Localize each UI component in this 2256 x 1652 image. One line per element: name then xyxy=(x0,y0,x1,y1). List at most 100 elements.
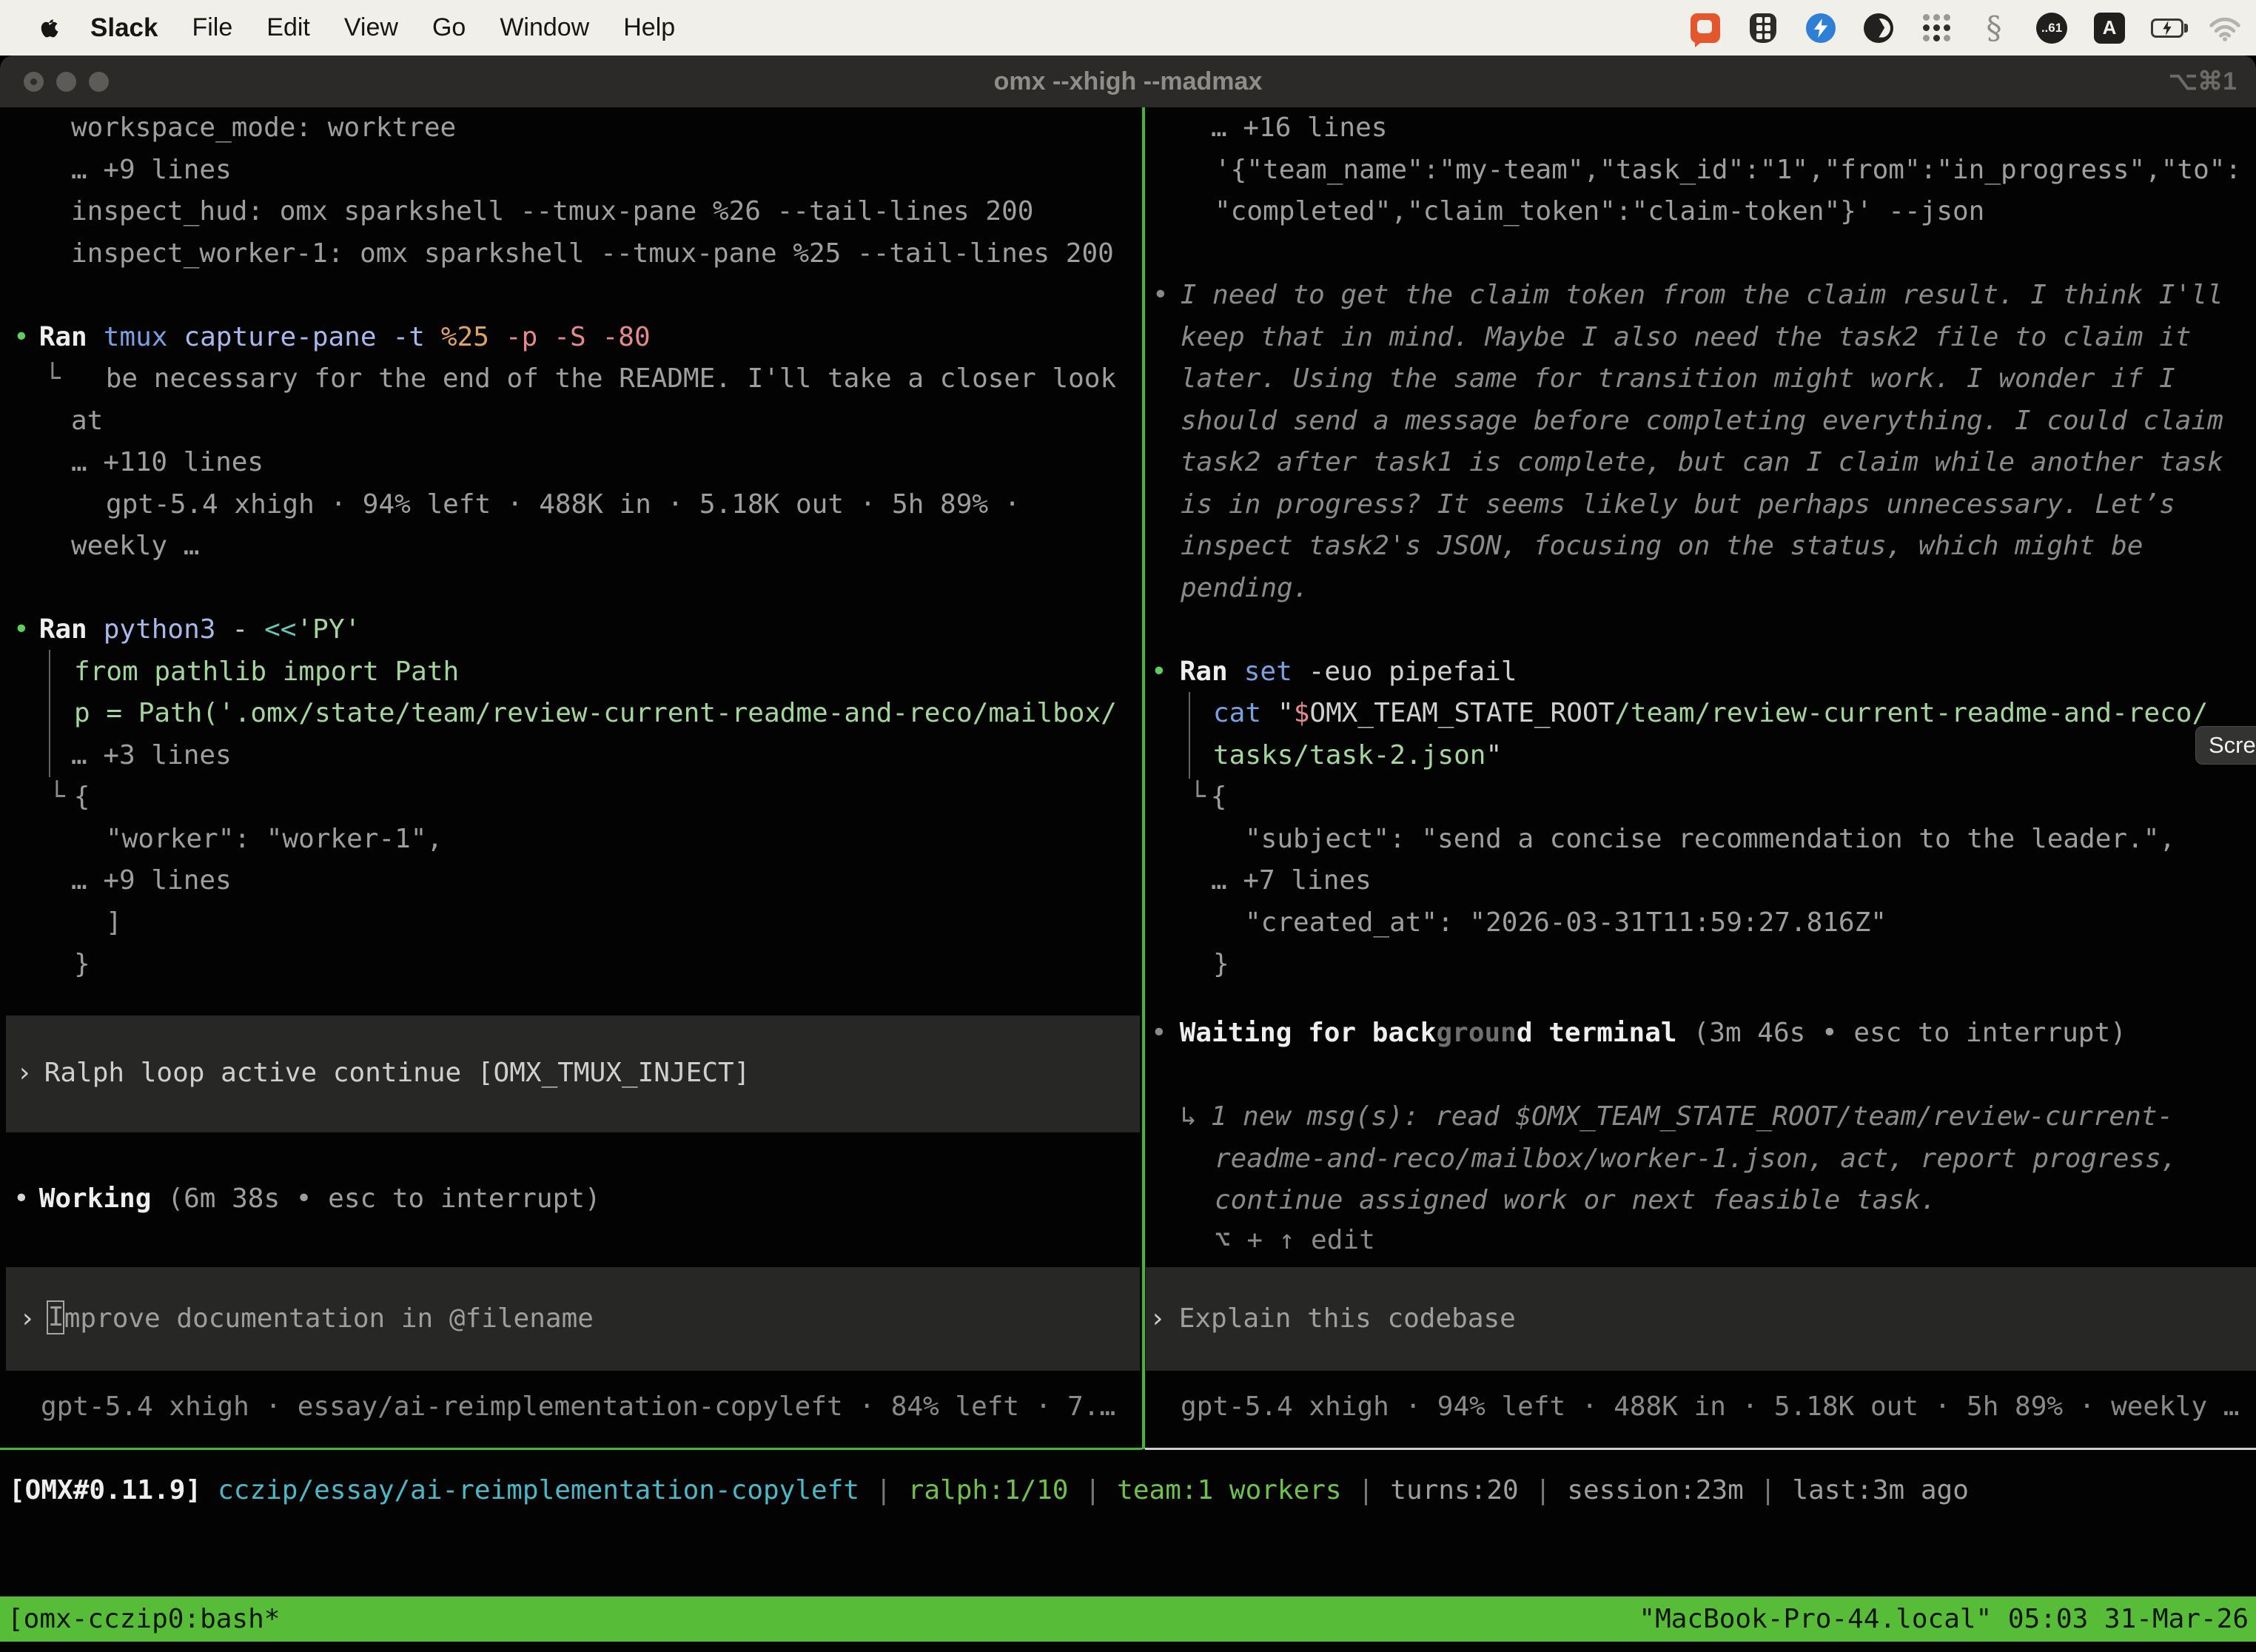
text-cursor[interactable]: I xyxy=(47,1300,64,1334)
terminal-output-line: "subject": "send a concise recommendatio… xyxy=(1146,819,2256,861)
omx-status-line: [OMX#0.11.9] cczip/essay/ai-reimplementat… xyxy=(0,1470,2256,1512)
pane-divider[interactable] xyxy=(1142,107,1145,1449)
tmux-status-bar[interactable]: [omx-cczip0:bash* "MacBook-Pro-44.local"… xyxy=(0,1596,2256,1642)
output-corner-glyph: └ xyxy=(49,782,65,812)
collapsed-lines-indicator: … +3 lines xyxy=(0,735,1142,777)
prompt-chevron-icon: › xyxy=(1149,1303,1166,1334)
status-bullet-icon: • xyxy=(1151,1018,1167,1048)
terminal-output-line: "worker": "worker-1", xyxy=(0,819,1142,861)
edit-hint-line: ⌥ + ↑ edit xyxy=(1146,1220,2256,1262)
menu-item-file[interactable]: File xyxy=(192,13,232,42)
terminal-output-line: } xyxy=(1146,944,2256,986)
menu-item-window[interactable]: Window xyxy=(500,13,589,42)
team-counter: team:1 workers xyxy=(1117,1475,1341,1505)
prompt-chevron-icon: › xyxy=(16,1058,33,1088)
menu-item-help[interactable]: Help xyxy=(623,13,675,42)
cat-command-line: tasks/task-2.json" xyxy=(1146,735,2256,777)
collapsed-lines-indicator: … +7 lines xyxy=(1146,860,2256,902)
cat-command-line: cat"$OMX_TEAM_STATE_ROOT/team/review-cur… xyxy=(1146,693,2256,735)
window-title: omx --xhigh --madmax xyxy=(0,56,2256,107)
terminal-output-line: '{"team_name":"my-team","task_id":"1","f… xyxy=(1146,150,2256,192)
python-code-line: from pathlib import Path xyxy=(0,651,1142,694)
right-pane-border xyxy=(1145,1448,2256,1450)
left-pane-border xyxy=(0,1448,1142,1450)
output-corner-glyph: └ xyxy=(1189,782,1206,812)
terminal-output-line: └{ xyxy=(1146,776,2256,819)
terminal-output-line: inspect_hud: omx sparkshell --tmux-pane … xyxy=(0,191,1142,233)
ran-bash-command-line: •Ranset-euo pipefail xyxy=(1146,651,2256,694)
dots-grid-icon[interactable] xyxy=(1920,12,1953,44)
terminal-output-line: at xyxy=(0,400,1142,443)
wifi-icon[interactable] xyxy=(2209,13,2241,45)
screen-tooltip: Scre xyxy=(2195,726,2256,765)
menu-item-edit[interactable]: Edit xyxy=(266,13,310,42)
terminal-output-line: ] xyxy=(0,902,1142,944)
apple-icon[interactable] xyxy=(38,15,61,41)
python-code-line: p = Path('.omx/state/team/review-current… xyxy=(0,693,1142,735)
terminal-output-line: └be necessary for the end of the README.… xyxy=(0,358,1142,400)
terminal-output-line: gpt-5.4 xhigh · 94% left · 488K in · 5.1… xyxy=(0,484,1142,526)
composer-placeholder[interactable]: Explain this codebase xyxy=(1179,1303,1516,1334)
composer-placeholder[interactable]: mprove documentation in @filename xyxy=(64,1303,594,1334)
ralph-counter: ralph:1/10 xyxy=(908,1475,1069,1505)
terminal-output-line: "created_at": "2026-03-31T11:59:27.816Z" xyxy=(1146,902,2256,944)
battery-icon[interactable] xyxy=(2151,12,2183,44)
collapsed-lines-indicator: … +16 lines xyxy=(1146,107,2256,150)
reply-arrow-icon: ↳ xyxy=(1181,1101,1197,1132)
thinking-line: keep that in mind. Maybe I also need the… xyxy=(1146,317,2256,359)
thinking-bullet-icon: • xyxy=(1152,280,1169,310)
menu-bar: Slack File Edit View Go Window Help § ..… xyxy=(0,0,2256,56)
thinking-line: is in progress? It seems likely but perh… xyxy=(1146,484,2256,526)
output-corner-glyph: └ xyxy=(44,363,61,394)
session-path: cczip/essay/ai-reimplementation-copyleft xyxy=(218,1475,859,1505)
run-bullet-icon: • xyxy=(13,614,30,645)
ran-python-command-line: •Ranpython3-<<'PY' xyxy=(0,609,1142,651)
thinking-line: pending. xyxy=(1146,568,2256,610)
collapsed-lines-indicator: … +9 lines xyxy=(0,150,1142,192)
squiggle-logo-icon[interactable]: § xyxy=(1978,12,2010,44)
left-pane-status-line: gpt-5.4 xhigh · essay/ai-reimplementatio… xyxy=(0,1386,1142,1428)
menubar-status-icons: § ..61 A xyxy=(1689,0,2241,56)
collapsed-lines-indicator: … +110 lines xyxy=(0,442,1142,484)
command-output-connector xyxy=(1189,692,1190,779)
status-bullet-icon: • xyxy=(13,1183,30,1214)
last-activity: last:3m ago xyxy=(1792,1475,1968,1505)
omx-version: [OMX#0.11.9] xyxy=(9,1475,201,1505)
session-timer: session:23m xyxy=(1567,1475,1743,1505)
chat-app-icon[interactable] xyxy=(1689,12,1722,44)
thinking-line: task2 after task1 is complete, but can I… xyxy=(1146,442,2256,484)
run-bullet-icon: • xyxy=(13,322,30,352)
inbox-message-block: ↳1 new msg(s): read $OMX_TEAM_STATE_ROOT… xyxy=(1146,1096,2256,1222)
ran-tmux-command-line: •Rantmuxcapture-pane-t%25-p-S-80 xyxy=(0,317,1142,359)
menu-item-go[interactable]: Go xyxy=(432,13,466,42)
prompt-chevron-icon: › xyxy=(19,1303,36,1334)
window-shortcut-badge: ⌥⌘1 xyxy=(2169,56,2237,107)
thinking-line: inspect task2's JSON, focusing on the st… xyxy=(1146,526,2256,568)
left-composer[interactable]: › Improve documentation in @filename xyxy=(6,1267,1140,1371)
waiting-status-line: •Waiting for background terminal(3m 46s … xyxy=(1146,1013,2256,1055)
menu-item-slack[interactable]: Slack xyxy=(90,13,158,43)
counter-badge-icon[interactable]: ..61 xyxy=(2035,12,2068,44)
thinking-line: •I need to get the claim token from the … xyxy=(1146,275,2256,317)
terminal-output-line: inspect_worker-1: omx sparkshell --tmux-… xyxy=(0,233,1142,275)
input-source-icon[interactable]: A xyxy=(2093,12,2126,44)
thinking-line: later. Using the same for transition mig… xyxy=(1146,358,2256,400)
collapsed-lines-indicator: … +9 lines xyxy=(0,860,1142,902)
working-status-line: •Working(6m 38s • esc to interrupt) xyxy=(0,1178,1142,1220)
terminal-output-line: workspace_mode: worktree xyxy=(0,107,1142,150)
bolt-circle-icon[interactable] xyxy=(1805,12,1837,44)
thinking-line: should send a message before completing … xyxy=(1146,400,2256,443)
shield-grid-icon[interactable] xyxy=(1747,12,1779,44)
right-composer[interactable]: › Explain this codebase xyxy=(1146,1267,2256,1371)
tmux-session-name: [omx-cczip0:bash* xyxy=(7,1596,280,1642)
ralph-loop-banner: ›Ralph loop active continue [OMX_TMUX_IN… xyxy=(6,1015,1140,1132)
menu-item-view[interactable]: View xyxy=(344,13,398,42)
terminal-output-line: } xyxy=(0,944,1142,986)
terminal-output-line: "completed","claim_token":"claim-token"}… xyxy=(1146,191,2256,233)
command-output-connector xyxy=(49,650,50,777)
right-pane-status-line: gpt-5.4 xhigh · 94% left · 488K in · 5.1… xyxy=(1146,1386,2256,1428)
run-bullet-icon: • xyxy=(1151,657,1167,687)
tmux-host-clock: "MacBook-Pro-44.local" 05:03 31-Mar-26 xyxy=(1639,1596,2249,1642)
terminal-output-line: weekly … xyxy=(0,526,1142,568)
crescent-icon[interactable] xyxy=(1862,12,1895,44)
